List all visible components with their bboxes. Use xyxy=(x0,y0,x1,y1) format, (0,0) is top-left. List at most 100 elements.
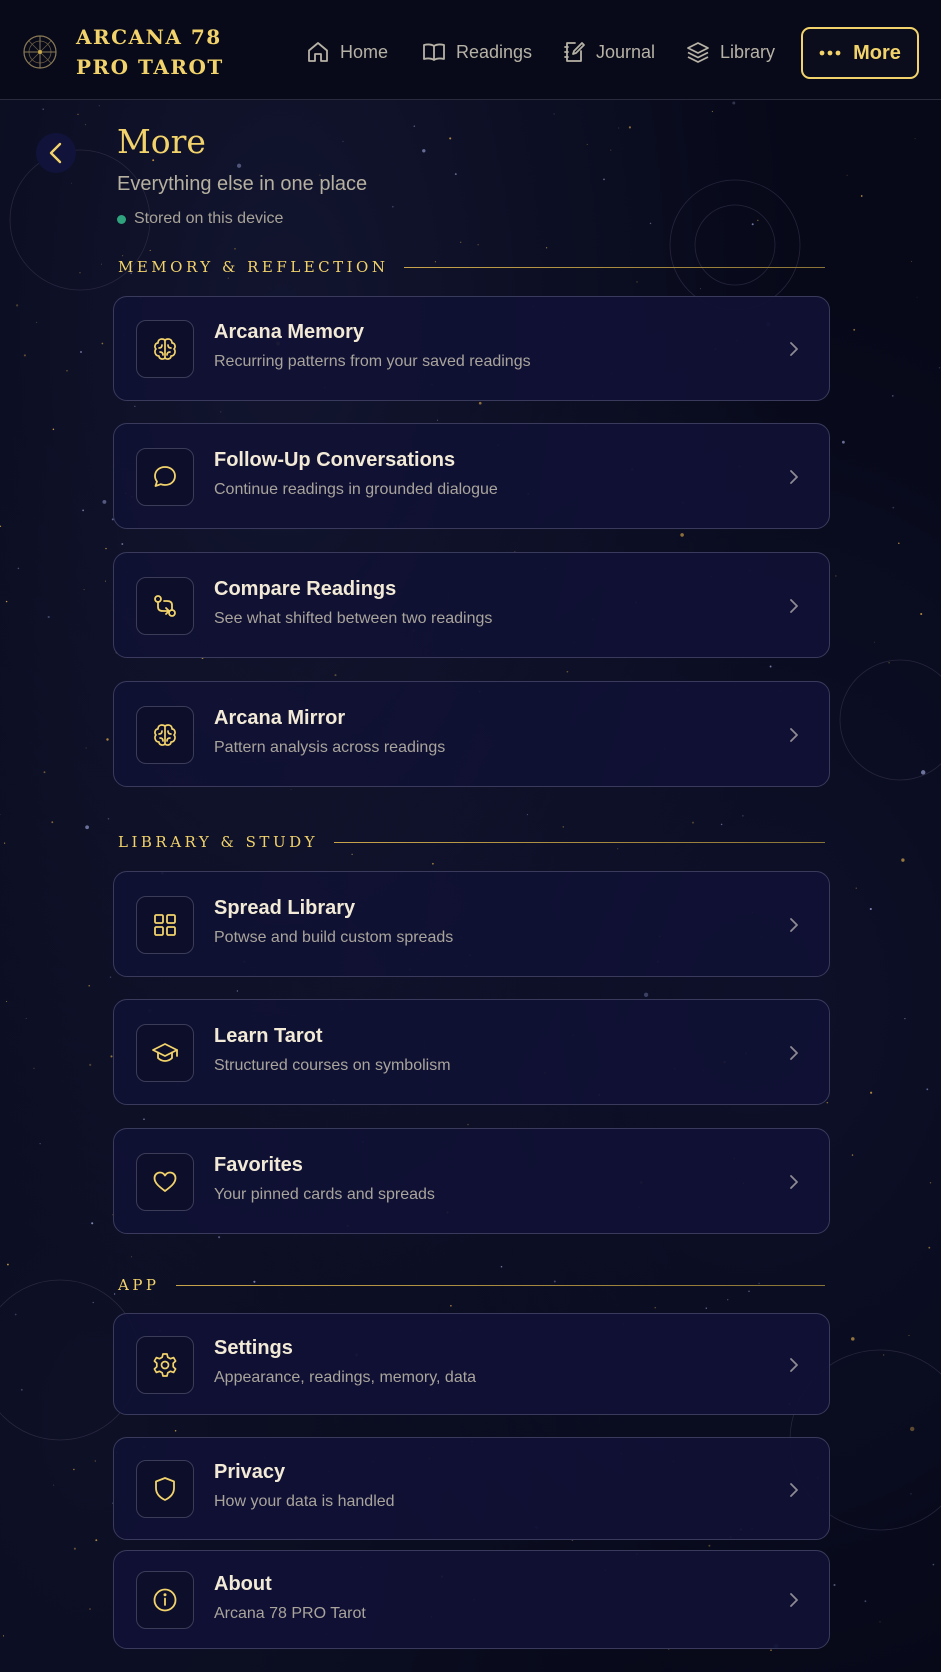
star xyxy=(109,976,112,978)
star xyxy=(926,1088,929,1091)
star xyxy=(892,395,894,397)
star xyxy=(654,1307,656,1309)
nav-library[interactable]: Library xyxy=(686,38,775,66)
chevron-right-icon xyxy=(790,918,798,932)
status-dot xyxy=(117,214,126,224)
brand-name[interactable]: ARCANA 78 PRO TAROT xyxy=(76,22,276,82)
star xyxy=(628,126,631,129)
menu-card-settings[interactable]: Settings Appearance, readings, memory, d… xyxy=(113,1313,830,1415)
card-title: Follow-Up Conversations xyxy=(214,449,456,471)
star xyxy=(846,174,848,176)
star xyxy=(0,525,2,527)
star xyxy=(47,615,50,619)
star xyxy=(546,247,548,249)
star xyxy=(39,1143,41,1145)
card-description: Pattern analysis across readings xyxy=(214,739,446,756)
star xyxy=(104,580,106,582)
star xyxy=(904,1017,906,1020)
nav-home-label: Home xyxy=(340,41,389,62)
star xyxy=(83,589,85,591)
star xyxy=(826,1101,829,1104)
star xyxy=(33,1067,35,1069)
star xyxy=(88,984,90,987)
back-button[interactable] xyxy=(36,133,76,173)
menu-card-spread-library[interactable]: Spread Library Potwse and build custom s… xyxy=(113,871,830,977)
star xyxy=(43,771,46,774)
chevron-right-icon xyxy=(790,1593,798,1607)
chevron-right-icon xyxy=(790,1046,798,1060)
card-icon-frame xyxy=(136,577,194,635)
card-description: How your data is handled xyxy=(214,1493,395,1510)
constellation-ring xyxy=(839,659,941,781)
star xyxy=(85,747,87,749)
star xyxy=(5,600,8,603)
star xyxy=(290,789,292,790)
section-divider xyxy=(175,1284,825,1286)
star xyxy=(227,277,229,279)
star xyxy=(929,1182,932,1184)
star xyxy=(938,367,941,369)
star xyxy=(449,137,452,140)
star xyxy=(101,342,104,345)
nav-journal[interactable]: Journal xyxy=(562,38,655,66)
star xyxy=(392,205,394,208)
menu-card-privacy[interactable]: Privacy How your data is handled xyxy=(113,1437,830,1540)
menu-card-arcana-memory[interactable]: Arcana Memory Recurring patterns from yo… xyxy=(113,296,830,401)
card-icon-frame xyxy=(136,706,194,764)
gear-icon xyxy=(153,1353,177,1377)
star xyxy=(751,223,754,226)
compass-logo-icon[interactable] xyxy=(22,34,58,70)
star xyxy=(855,887,858,889)
star xyxy=(835,575,837,577)
star xyxy=(705,1307,708,1309)
menu-card-compare-readings[interactable]: Compare Readings See what shifted betwee… xyxy=(113,552,830,658)
layers-icon xyxy=(687,42,709,63)
card-title: Favorites xyxy=(214,1154,303,1176)
nav-more-button[interactable]: More xyxy=(801,27,919,79)
star xyxy=(708,1544,711,1547)
star xyxy=(879,1621,881,1623)
star xyxy=(52,428,55,431)
section-header-memory-reflection: MEMORY & REFLECTION xyxy=(118,257,825,277)
grid-icon xyxy=(154,914,176,936)
nav-home[interactable]: Home xyxy=(306,38,388,66)
star xyxy=(107,817,110,820)
star xyxy=(928,1246,931,1249)
star xyxy=(36,321,38,323)
card-icon-frame xyxy=(136,320,194,378)
star xyxy=(732,101,736,105)
menu-card-favorites[interactable]: Favorites Your pinned cards and spreads xyxy=(113,1128,830,1234)
section-title: MEMORY & REFLECTION xyxy=(118,258,389,276)
star xyxy=(920,612,923,616)
card-icon-frame xyxy=(136,1571,194,1629)
section-title: LIBRARY & STUDY xyxy=(118,833,319,851)
chevron-right-icon xyxy=(790,470,798,484)
card-description: See what shifted between two readings xyxy=(214,610,493,627)
graduation-cap-icon xyxy=(152,1043,178,1062)
star xyxy=(436,419,439,421)
card-title: Settings xyxy=(214,1337,293,1359)
menu-card-about[interactable]: About Arcana 78 PRO Tarot xyxy=(113,1550,830,1649)
card-description: Appearance, readings, memory, data xyxy=(214,1369,477,1386)
star xyxy=(562,826,565,828)
menu-card-learn-tarot[interactable]: Learn Tarot Structured courses on symbol… xyxy=(113,999,830,1105)
star xyxy=(113,1293,116,1295)
star xyxy=(618,127,620,129)
star xyxy=(864,1600,867,1603)
star xyxy=(770,1649,772,1651)
star xyxy=(910,1493,912,1495)
star xyxy=(89,1608,91,1610)
nav-readings[interactable]: Readings xyxy=(422,38,532,66)
menu-card-arcana-mirror[interactable]: Arcana Mirror Pattern analysis across re… xyxy=(113,681,830,787)
menu-card-follow-up-conversations[interactable]: Follow-Up Conversations Continue reading… xyxy=(113,423,830,529)
star xyxy=(220,411,222,413)
chevron-right-icon xyxy=(790,1175,798,1189)
star xyxy=(4,842,6,844)
star xyxy=(82,509,84,512)
card-title: Learn Tarot xyxy=(214,1025,323,1047)
star xyxy=(14,1313,17,1316)
star xyxy=(85,825,89,830)
star xyxy=(460,241,462,243)
nav-more-label: More xyxy=(853,41,901,64)
card-title: About xyxy=(214,1573,272,1595)
